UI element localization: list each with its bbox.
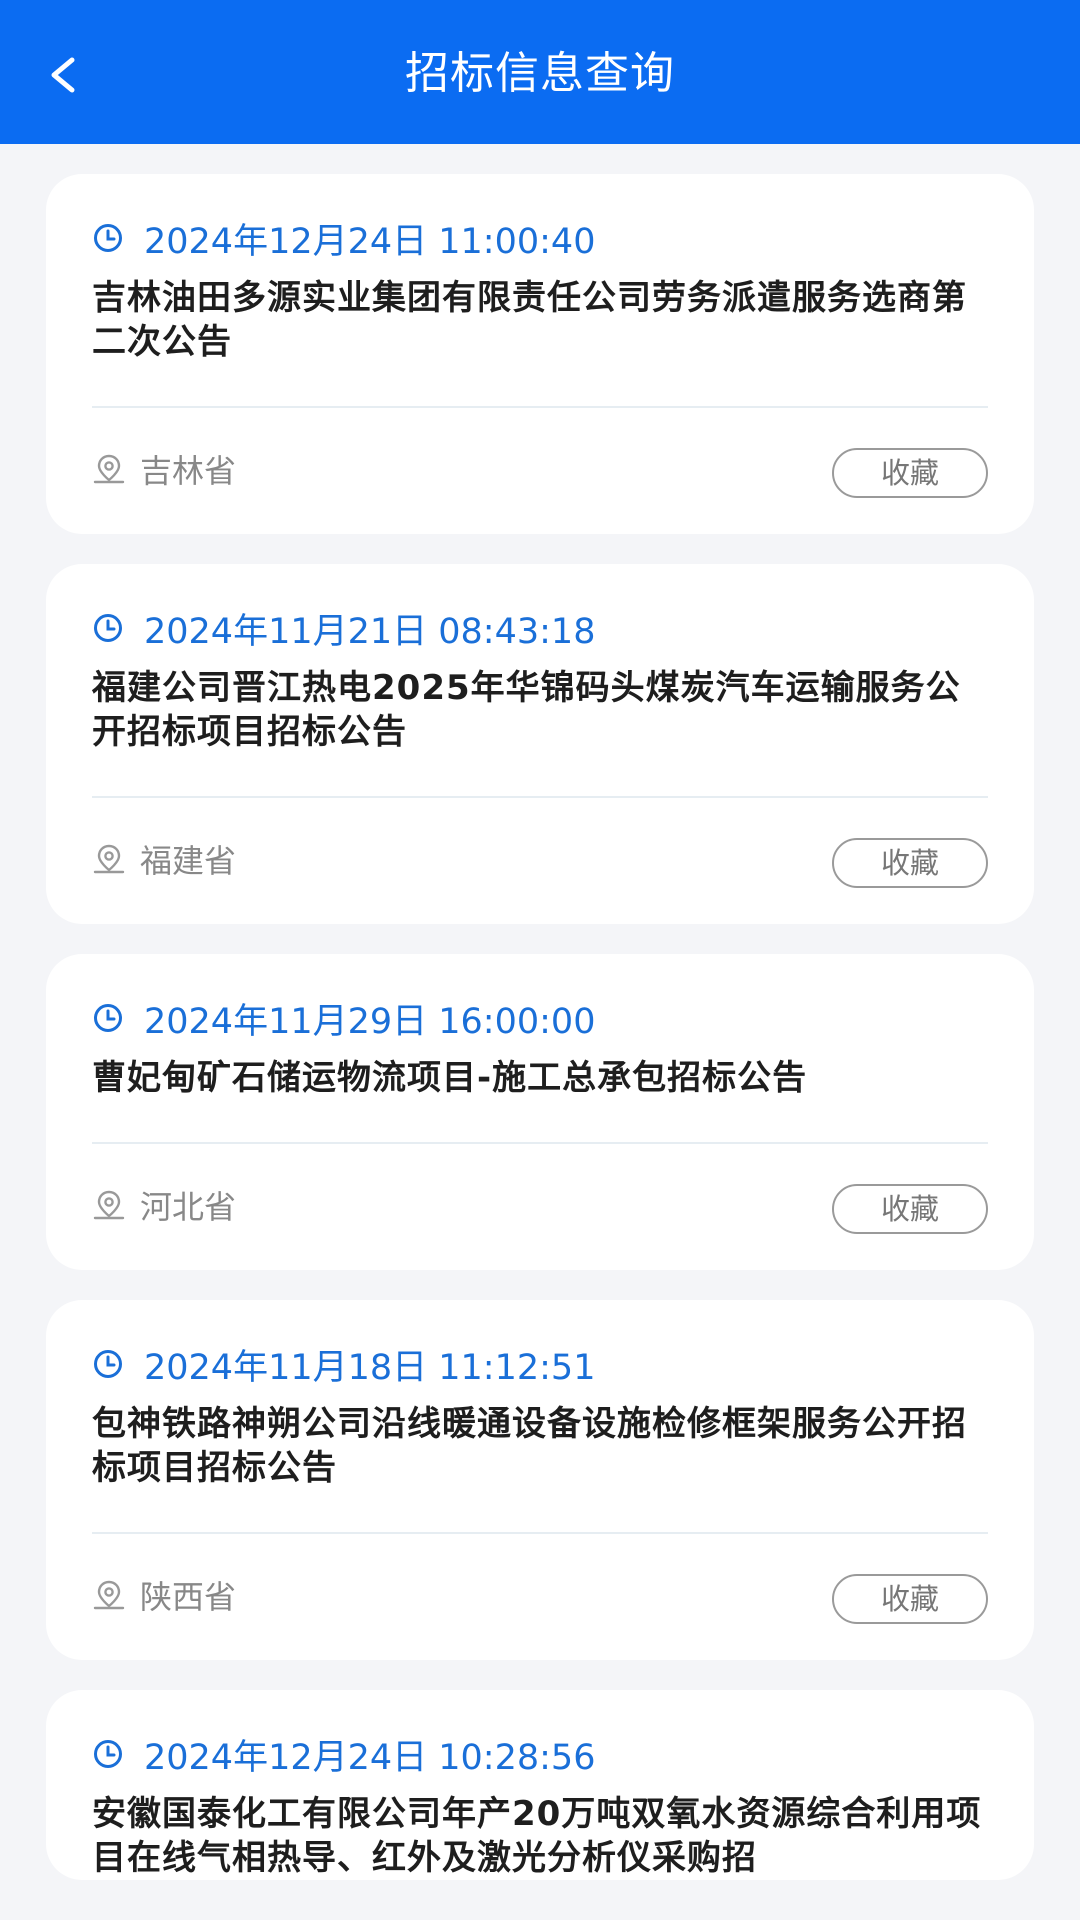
tender-title[interactable]: 曹妃甸矿石储运物流项目-施工总承包招标公告 bbox=[92, 1056, 988, 1100]
publish-time: 2024年11月29日 16:00:00 bbox=[144, 1001, 596, 1042]
clock-icon bbox=[92, 1738, 124, 1770]
location-pin-icon bbox=[92, 842, 126, 876]
tender-card[interactable]: 2024年12月24日 10:28:56 安徽国泰化工有限公司年产20万吨双氧水… bbox=[46, 1690, 1034, 1880]
publish-time-row: 2024年11月29日 16:00:00 bbox=[92, 990, 988, 1046]
location: 陕西省 bbox=[92, 1572, 236, 1618]
favorite-button[interactable]: 收藏 bbox=[832, 838, 988, 888]
publish-time-row: 2024年11月18日 11:12:51 bbox=[92, 1336, 988, 1392]
clock-icon bbox=[92, 222, 124, 254]
publish-time: 2024年12月24日 10:28:56 bbox=[144, 1737, 596, 1778]
app-header: 招标信息查询 bbox=[0, 0, 1080, 144]
location-label: 陕西省 bbox=[140, 1578, 237, 1616]
favorite-button[interactable]: 收藏 bbox=[832, 1184, 988, 1234]
location-pin-icon bbox=[92, 1578, 126, 1612]
tender-title[interactable]: 福建公司晋江热电2025年华锦码头煤炭汽车运输服务公开招标项目招标公告 bbox=[92, 666, 988, 754]
publish-time: 2024年12月24日 11:00:40 bbox=[144, 221, 596, 262]
tender-card[interactable]: 2024年11月18日 11:12:51 包神铁路神朔公司沿线暖通设备设施检修框… bbox=[46, 1300, 1034, 1660]
location: 福建省 bbox=[92, 836, 236, 882]
tender-title[interactable]: 包神铁路神朔公司沿线暖通设备设施检修框架服务公开招标项目招标公告 bbox=[92, 1402, 988, 1490]
tender-list: 2024年12月24日 11:00:40 吉林油田多源实业集团有限责任公司劳务派… bbox=[46, 174, 1034, 1910]
clock-icon bbox=[92, 1002, 124, 1034]
publish-time: 2024年11月21日 08:43:18 bbox=[144, 611, 596, 652]
publish-time-row: 2024年12月24日 11:00:40 bbox=[92, 210, 988, 266]
favorite-button[interactable]: 收藏 bbox=[832, 1574, 988, 1624]
publish-time-row: 2024年12月24日 10:28:56 bbox=[92, 1726, 988, 1782]
publish-time-row: 2024年11月21日 08:43:18 bbox=[92, 600, 988, 656]
tender-title[interactable]: 吉林油田多源实业集团有限责任公司劳务派遣服务选商第二次公告 bbox=[92, 276, 988, 364]
clock-icon bbox=[92, 612, 124, 644]
location-label: 河北省 bbox=[140, 1188, 237, 1226]
clock-icon bbox=[92, 1348, 124, 1380]
page-title: 招标信息查询 bbox=[405, 48, 675, 99]
location-label: 吉林省 bbox=[140, 452, 237, 490]
location-pin-icon bbox=[92, 1188, 126, 1222]
favorite-button[interactable]: 收藏 bbox=[832, 448, 988, 498]
tender-title[interactable]: 安徽国泰化工有限公司年产20万吨双氧水资源综合利用项目在线气相热导、红外及激光分… bbox=[92, 1792, 988, 1880]
tender-card[interactable]: 2024年11月21日 08:43:18 福建公司晋江热电2025年华锦码头煤炭… bbox=[46, 564, 1034, 924]
location-label: 福建省 bbox=[140, 842, 237, 880]
location: 吉林省 bbox=[92, 446, 236, 492]
location: 河北省 bbox=[92, 1182, 236, 1228]
tender-card[interactable]: 2024年12月24日 11:00:40 吉林油田多源实业集团有限责任公司劳务派… bbox=[46, 174, 1034, 534]
location-pin-icon bbox=[92, 452, 126, 486]
tender-card[interactable]: 2024年11月29日 16:00:00 曹妃甸矿石储运物流项目-施工总承包招标… bbox=[46, 954, 1034, 1270]
publish-time: 2024年11月18日 11:12:51 bbox=[144, 1347, 596, 1388]
